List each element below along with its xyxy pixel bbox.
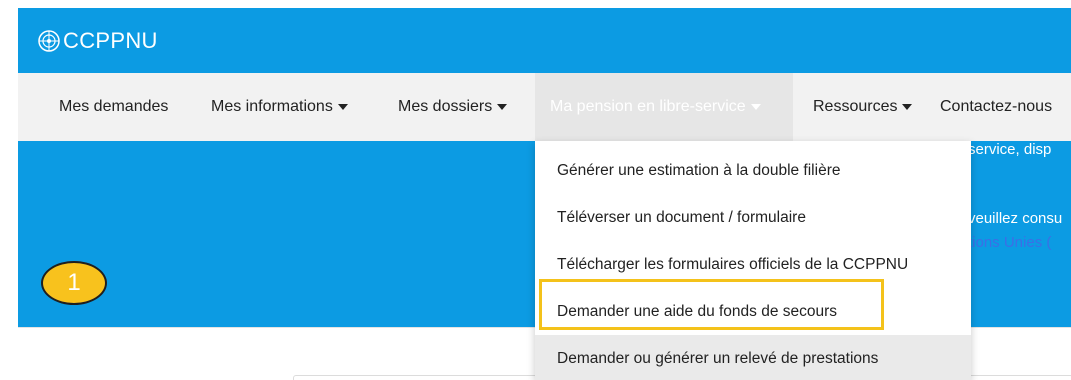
nav-item-contactez-nous[interactable]: Contactez-nous — [940, 73, 1052, 141]
nav-item-label: Contactez-nous — [940, 98, 1053, 115]
caret-down-icon — [337, 103, 348, 110]
hero-link[interactable]: tions Unies ( — [968, 234, 1051, 251]
main-nav: Mes demandes Mes informations Mes dossie… — [18, 73, 1071, 141]
caret-down-icon — [497, 103, 508, 110]
nav-item-label: Mes demandes — [59, 98, 169, 115]
caret-down-icon — [750, 103, 761, 110]
menu-item-releve-prestations[interactable]: Demander ou générer un relevé de prestat… — [535, 335, 971, 380]
brand-name: CCPPNU — [63, 28, 158, 53]
nav-item-ressources[interactable]: Ressources — [813, 73, 913, 141]
nav-item-mes-informations[interactable]: Mes informations — [211, 73, 348, 141]
nav-item-label: Ressources — [813, 98, 898, 115]
nav-item-ma-pension[interactable]: Ma pension en libre-service — [535, 73, 793, 141]
nav-item-mes-dossiers[interactable]: Mes dossiers — [398, 73, 508, 141]
un-emblem-icon — [38, 30, 60, 52]
brand-bar: CCPPNU — [18, 8, 1071, 73]
caret-down-icon — [902, 103, 913, 110]
nav-item-label: Mes informations — [211, 98, 333, 115]
app-window: CCPPNU Mes demandes Mes informations Mes… — [18, 8, 1071, 380]
nav-item-mes-demandes[interactable]: Mes demandes — [59, 73, 168, 141]
menu-item-televerser-document[interactable]: Téléverser un document / formulaire — [535, 194, 971, 241]
brand-logo[interactable]: CCPPNU — [38, 28, 158, 54]
pension-dropdown-menu: Générer une estimation à la double filiè… — [535, 141, 971, 380]
nav-item-label: Mes dossiers — [398, 98, 493, 115]
nav-item-label: Ma pension en libre-service — [550, 98, 746, 115]
hero-text-line-2: veuillez consu — [968, 210, 1063, 227]
highlight-box — [539, 279, 884, 330]
menu-item-estimation-double-filiere[interactable]: Générer une estimation à la double filiè… — [535, 147, 971, 194]
step-badge: 1 — [41, 261, 107, 305]
hero-text-line-1: service, disp — [968, 141, 1052, 158]
